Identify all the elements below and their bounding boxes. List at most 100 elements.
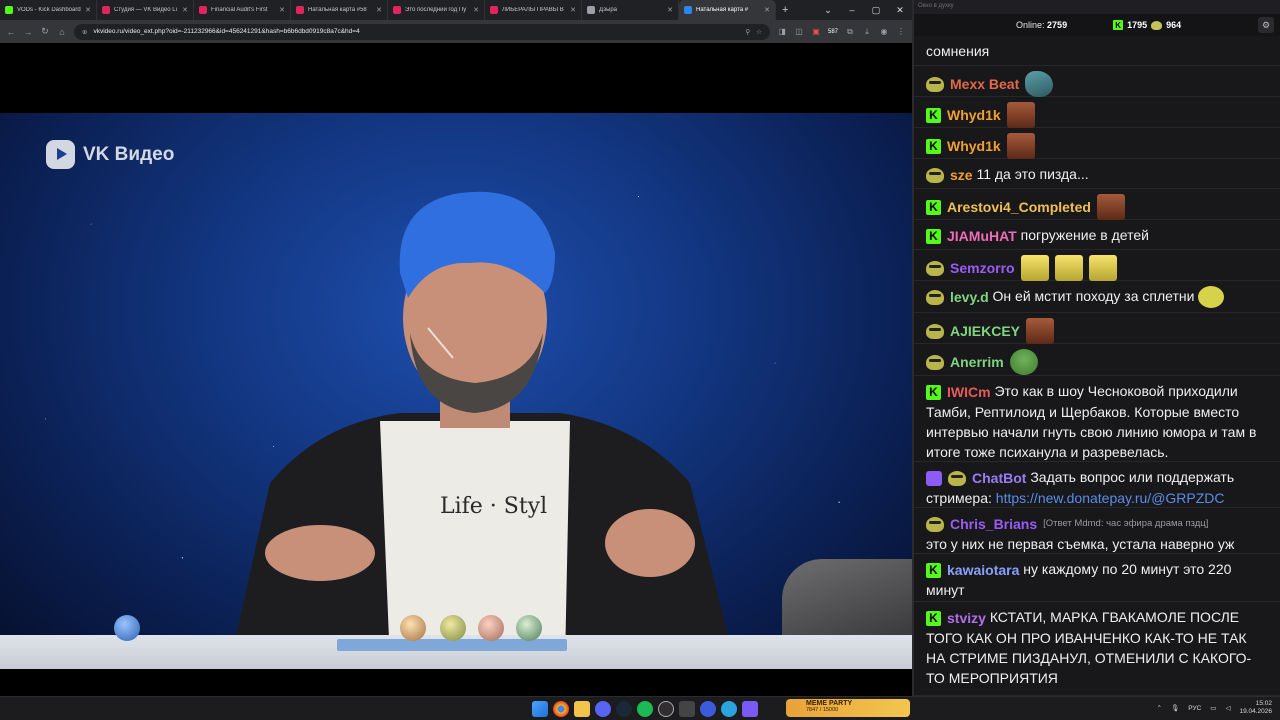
tab-close-icon[interactable]: ✕ <box>85 6 91 14</box>
browser-menu-icon[interactable]: ⋮ <box>896 27 906 36</box>
clock[interactable]: 15:02 19.04.2026 <box>1239 700 1272 716</box>
browser-tab[interactable]: Натальная карта # ✕ <box>679 0 776 20</box>
message-text: это у них не первая съемка, устала навер… <box>926 536 1235 553</box>
close-window-button[interactable]: ✕ <box>888 5 912 16</box>
extensions-puzzle-icon[interactable]: ⧉ <box>845 27 855 37</box>
url-field[interactable]: ⊕ vkvideo.ru/video_ext.php?oid=-21123296… <box>74 23 770 40</box>
language-indicator[interactable]: РУС <box>1188 705 1201 712</box>
minimize-button[interactable]: – <box>840 5 864 16</box>
glass-ball <box>440 615 466 641</box>
volume-icon[interactable]: ◁ <box>1225 704 1230 712</box>
tab-close-icon[interactable]: ✕ <box>279 6 285 14</box>
back-icon[interactable]: ← <box>6 27 16 37</box>
reply-context[interactable]: [Ответ Mdmd: час эфира драма пздц] <box>1043 514 1208 534</box>
media-icon[interactable] <box>700 701 716 717</box>
zoom-icon[interactable]: ⚲ <box>745 28 750 36</box>
username[interactable]: Mexx Beat <box>950 74 1019 94</box>
face-emote-icon <box>1006 133 1035 159</box>
username[interactable]: Whyd1k <box>947 136 1001 156</box>
chrome-icon[interactable] <box>553 701 569 717</box>
browser-tab[interactable]: Натальная карта #58 ✕ <box>291 0 388 20</box>
tab-close-icon[interactable]: ✕ <box>182 6 188 14</box>
network-icon[interactable]: ▭ <box>1210 704 1216 712</box>
site-info-icon[interactable]: ⊕ <box>82 28 87 36</box>
browser-tab[interactable]: Дзыра ✕ <box>582 0 679 20</box>
meme-party-widget[interactable]: MEME PARTY 7847 / 15000 <box>786 699 910 717</box>
mic-icon[interactable]: 🎙 <box>1171 704 1179 712</box>
tab-search-icon[interactable]: ⌄ <box>816 5 840 16</box>
browser-tab[interactable]: VODs - Kick Dashboard ✕ <box>0 0 97 20</box>
username[interactable]: AJIEKCEY <box>950 321 1020 341</box>
paint-icon[interactable] <box>742 701 758 717</box>
app-icon[interactable] <box>679 701 695 717</box>
telegram-icon[interactable] <box>721 701 737 717</box>
donate-link[interactable]: https://new.donatepay.ru/@GRPZDC <box>996 490 1225 506</box>
tshirt-print: Life · Styl <box>440 494 547 519</box>
browser-tab[interactable]: ЛИБЕРАЛЫ ПРАВЫ В ✕ <box>485 0 582 20</box>
tab-close-icon[interactable]: ✕ <box>473 6 479 14</box>
glass-ball <box>114 615 140 641</box>
forward-icon[interactable]: → <box>23 27 33 37</box>
message-text: погружение в детей <box>1020 227 1149 243</box>
downloads-icon[interactable]: ⤓ <box>862 27 872 37</box>
browser-tab[interactable]: Это последний год Пу ✕ <box>388 0 485 20</box>
glass-ball <box>400 615 426 641</box>
steam-icon[interactable] <box>616 701 632 717</box>
username[interactable]: ChatBot <box>972 468 1026 488</box>
home-icon[interactable]: ⌂ <box>57 27 67 37</box>
shark-emote-icon <box>1025 71 1054 97</box>
chat-message: AJIEKCEY <box>914 313 1280 344</box>
chat-settings-icon[interactable]: ⚙ <box>1258 17 1274 33</box>
bot-badge-icon <box>926 470 942 486</box>
kick-badge-icon: K <box>926 228 941 244</box>
start-icon[interactable] <box>532 701 548 717</box>
username[interactable]: levy.d <box>950 287 989 307</box>
tab-close-icon[interactable]: ✕ <box>570 6 576 14</box>
username[interactable]: Chris_Brians <box>950 514 1037 534</box>
extension-badge: 587 <box>827 28 838 35</box>
tab-close-icon[interactable]: ✕ <box>376 6 382 14</box>
face-emote-icon <box>1096 194 1125 220</box>
tab-title: Натальная карта # <box>696 7 749 13</box>
tab-title: Студия — VK Видео Li <box>114 7 177 13</box>
username[interactable]: Anerrim <box>950 352 1004 372</box>
message-text: сомнения <box>926 43 990 59</box>
spotify-icon[interactable] <box>637 701 653 717</box>
vk-video-watermark: VK Видео <box>46 140 174 169</box>
username[interactable]: Arestovi4_Completed <box>947 197 1091 217</box>
reload-icon[interactable]: ↻ <box>40 26 50 37</box>
username[interactable]: kawaiotara <box>947 560 1019 580</box>
tab-title: Дзыра <box>599 7 617 13</box>
extension-icon-3[interactable]: ▣ <box>811 27 821 36</box>
tab-close-icon[interactable]: ✕ <box>667 6 673 14</box>
username[interactable]: IWICm <box>947 382 991 402</box>
url-text: vkvideo.ru/video_ext.php?oid=-211232966&… <box>93 28 360 35</box>
new-tab-button[interactable]: + <box>776 4 794 16</box>
browser-tab[interactable]: Financial Audit's First ✕ <box>194 0 291 20</box>
message-body: Mexx Beat <box>926 71 1268 97</box>
discord-icon[interactable] <box>595 701 611 717</box>
pepe-badge-icon <box>948 470 966 486</box>
obs-icon[interactable] <box>658 701 674 717</box>
username[interactable]: sze <box>950 165 973 185</box>
message-body: K Whyd1k <box>926 102 1268 128</box>
extension-icon-1[interactable]: ◨ <box>777 27 787 36</box>
kick-badge-icon: K <box>926 562 941 578</box>
username[interactable]: JIAMuHAT <box>947 226 1017 246</box>
chat-panel: Окно в духку Online: 2759 K 1795 964 ⚙ Р… <box>912 0 1280 696</box>
username[interactable]: stvizy <box>947 608 986 628</box>
bookmark-star-icon[interactable]: ☆ <box>756 28 762 36</box>
kick-badge-icon: K <box>926 199 941 215</box>
chat-messages[interactable]: РЕАЛЬНЫХ СОБЫТИЙ что-то что не былосомне… <box>914 36 1280 696</box>
browser-tab[interactable]: Студия — VK Видео Li ✕ <box>97 0 194 20</box>
tray-chevron-icon[interactable]: ⌃ <box>1157 704 1162 712</box>
profile-icon[interactable]: ◉ <box>879 27 889 36</box>
tab-close-icon[interactable]: ✕ <box>764 6 770 14</box>
pepe-badge-icon <box>926 289 944 305</box>
explorer-icon[interactable] <box>574 701 590 717</box>
extension-icon-2[interactable]: ◫ <box>794 27 804 36</box>
maximize-button[interactable]: ▢ <box>864 5 888 16</box>
username[interactable]: Semzorro <box>950 258 1015 278</box>
video-player[interactable]: VK Видео Life · Styl <box>0 113 912 669</box>
username[interactable]: Whyd1k <box>947 105 1001 125</box>
